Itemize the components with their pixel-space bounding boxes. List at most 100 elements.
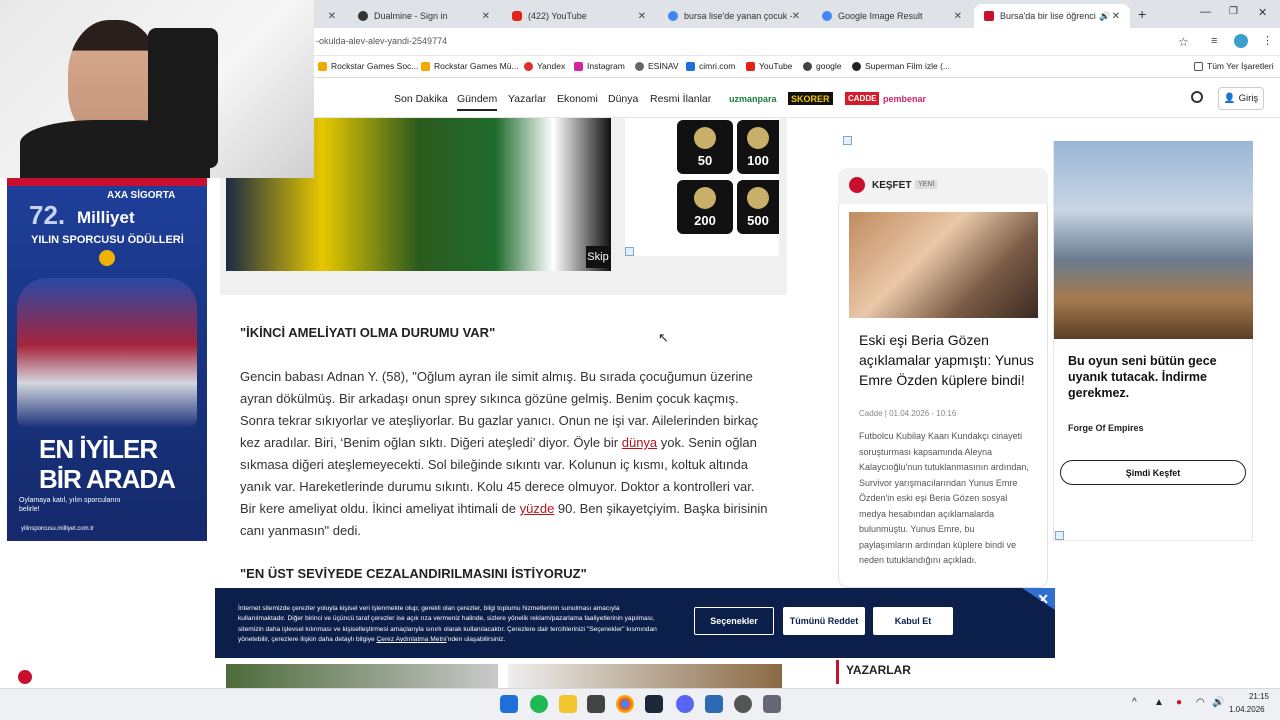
brand-pembenar[interactable]: pembenar [880,92,929,105]
related-image[interactable] [226,664,498,688]
search-icon[interactable] [1191,91,1203,103]
bookmark-item[interactable]: Instagram [574,61,625,71]
nav-son-dakika[interactable]: Son Dakika [394,93,448,105]
all-bookmarks[interactable]: Tüm Yer İşaretleri [1194,61,1274,71]
tab-active-article[interactable]: Bursa'da bir lise öğrencisi, a🔊✕ [974,4,1130,28]
bookmark-item[interactable]: google [803,61,842,71]
new-badge: YENİ [915,180,938,189]
restore-button[interactable]: ❐ [1229,6,1238,17]
coin-500[interactable]: 500 [737,180,779,234]
skip-button[interactable]: Skip [586,246,610,268]
brand-cadde[interactable]: CADDE [845,92,880,105]
close-icon[interactable]: ✕ [792,11,800,22]
start-icon[interactable] [500,695,518,713]
close-icon[interactable]: ✕ [954,11,962,22]
bookmark-label: google [816,61,842,71]
close-icon[interactable]: ✕ [482,11,490,22]
nav-ekonomi[interactable]: Ekonomi [557,93,598,105]
nav-dunya[interactable]: Dünya [608,93,638,105]
cookie-reject-button[interactable]: Tümünü Reddet [783,607,865,635]
link-dunya[interactable]: dünya [622,435,657,450]
store-icon[interactable] [587,695,605,713]
tab-google-image[interactable]: Google Image Result ✕ [812,4,972,28]
menu-kebab-icon[interactable]: ⋮ [1262,34,1273,47]
file-explorer-icon[interactable] [559,695,577,713]
brand-uzmanpara[interactable]: uzmanpara [726,92,780,105]
minimize-button[interactable]: — [1200,6,1211,18]
speaker-icon[interactable]: 🔊 [1099,11,1110,22]
volume-icon[interactable]: 🔊 [1212,697,1224,708]
cookie-accept-button[interactable]: Kabul Et [873,607,953,635]
spotify-icon[interactable] [530,695,548,713]
clock-time[interactable]: 21:15 [1243,692,1269,701]
ad-cta: Oylamaya katıl, yılın sporcularını belir… [19,497,121,513]
coin-50[interactable]: 50 [677,120,733,174]
ad-choices-icon[interactable] [843,136,852,145]
coin-100[interactable]: 100 [737,120,779,174]
related-image[interactable] [508,664,782,688]
app-icon-2[interactable] [763,695,781,713]
clock-date[interactable]: 1.04.2026 [1229,705,1265,714]
chevron-up-icon[interactable]: ^ [1132,697,1137,708]
star-icon[interactable]: ☆ [1178,35,1189,49]
link-yuzde[interactable]: yüzde [520,501,555,516]
ad-brand: Milliyet [77,208,135,227]
media-control-icon[interactable]: ≡ [1211,35,1217,47]
app-icon[interactable] [705,695,723,713]
tab-google-search[interactable]: bursa lise'de yanan çocuk - Go✕ [658,4,810,28]
section-marker [836,660,839,684]
network-tray-icon[interactable]: ▲ [1154,697,1164,708]
window-close-button[interactable]: ✕ [1258,6,1267,19]
game-ad-headline[interactable]: Bu oyun seni bütün gece uyanık tutacak. … [1068,353,1238,401]
coin-value: 50 [697,153,713,168]
kesfet-card-image[interactable] [849,212,1038,318]
cookie-policy-link[interactable]: Çerez Aydınlatma Metni [377,636,447,643]
bookmark-item[interactable]: ESINAV [635,61,679,71]
cookie-text: İnternet sitemizde çerezler yoluyla kişi… [238,604,668,646]
bookmark-item[interactable]: Yandex [524,61,565,71]
bookmark-item[interactable]: Rockstar Games Soc... [318,61,418,71]
tab-youtube[interactable]: (422) YouTube ✕ [502,4,656,28]
close-icon[interactable]: ✕ [1112,11,1120,22]
obs-icon[interactable] [734,695,752,713]
bookmark-item[interactable]: YouTube [746,61,792,71]
bookmark-label: Yandex [537,61,566,71]
folder-icon [1194,61,1203,71]
google-icon [668,11,678,21]
bookmark-item[interactable]: Superman Film izle (... [852,61,950,71]
brand-skorer[interactable]: SKORER [788,92,833,105]
discover-now-button[interactable]: Şimdi Keşfet [1060,460,1246,485]
youtube-icon [746,61,755,71]
nav-gundem[interactable]: Gündem [457,93,498,111]
discord-icon[interactable] [676,695,694,713]
x-close-icon[interactable]: ✕ [328,11,336,22]
kesfet-card-meta: Cadde | 01.04.2026 - 10:16 [859,409,957,418]
kesfet-header [838,168,1048,204]
ad-choices-icon[interactable] [1055,531,1064,540]
nav-resmi-ilanlar[interactable]: Resmi İlanlar [650,93,711,105]
bookmark-item[interactable]: cimri.com [686,61,735,71]
mic-icon[interactable]: ● [1176,697,1182,708]
nav-yazarlar[interactable]: Yazarlar [508,93,546,105]
flame-icon [849,177,865,193]
coin-200[interactable]: 200 [677,180,733,234]
new-tab-button[interactable]: + [1138,6,1146,22]
ad-choices-icon[interactable] [625,247,634,256]
instagram-icon [574,61,583,71]
kesfet-card-title[interactable]: Eski eşi Beria Gözen açıklamalar yapmışt… [859,330,1034,390]
yazarlar-heading: YAZARLAR [846,663,911,677]
wifi-icon[interactable]: ◠ [1196,697,1205,708]
chrome-icon[interactable] [616,695,634,713]
ad-headline-2: BİR ARADA [39,464,176,494]
tab-dualmine[interactable]: Dualmine - Sign in ✕ [348,4,500,28]
milliyet-sports-ad[interactable]: AXA SİGORTA 72. Milliyet YILIN SPORCUSU … [7,178,207,541]
game-ad-image[interactable] [1054,141,1253,339]
steam-icon[interactable] [645,695,663,713]
login-button[interactable]: 👤 Giriş [1218,87,1264,110]
bookmark-item[interactable]: Rockstar Games Mü... [421,61,519,71]
profile-avatar[interactable] [1234,34,1248,48]
url-field[interactable]: -okulda-alev-alev-yandi-2549774 [316,36,447,46]
close-icon[interactable]: ✕ [638,11,646,22]
cookie-options-button[interactable]: Seçenekler [694,607,774,635]
tab-close-first[interactable]: ✕ [316,4,346,28]
